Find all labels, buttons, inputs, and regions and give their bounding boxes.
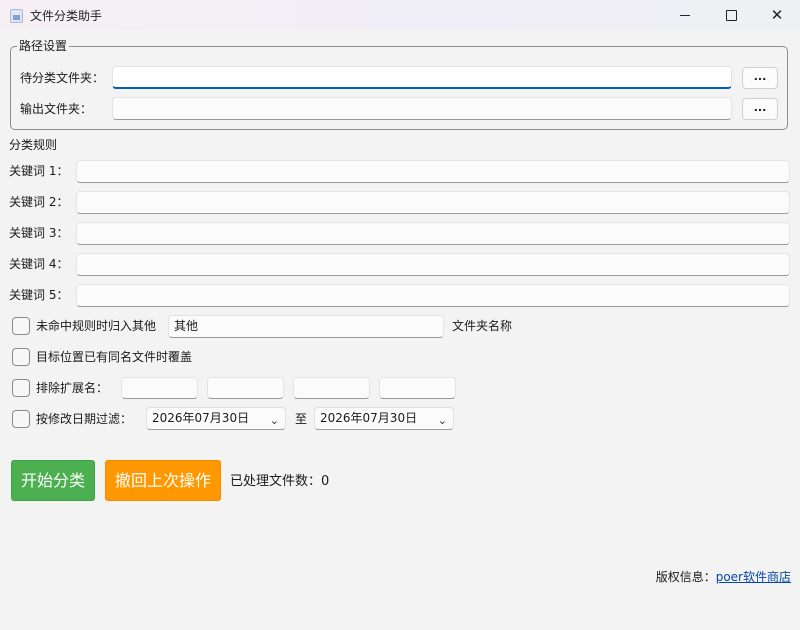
keyword-label: 关键词 1： [9,164,69,178]
keyword-input-3[interactable] [76,222,790,245]
date-filter-checkbox[interactable] [12,410,30,428]
processed-count-label: 已处理文件数： [230,474,322,489]
exclude-extension-input-2[interactable] [207,377,284,399]
unmatched-label: 未命中规则时归入其他 [36,319,157,333]
unmatched-checkbox[interactable] [12,317,30,335]
other-folder-name-input[interactable]: 其他 [168,315,444,338]
keyword-label: 关键词 2： [9,195,69,209]
path-settings-title: 路径设置 [17,39,70,53]
window-title: 文件分类助手 [30,9,103,23]
folder-name-label: 文件夹名称 [452,319,513,333]
overwrite-label: 目标位置已有同名文件时覆盖 [36,350,193,364]
chevron-down-icon: ⌄ [437,414,447,427]
date-range-separator: 至 [295,412,308,426]
close-button[interactable]: ✕ [754,0,800,30]
copyright-footer: 版权信息：poer软件商店 [656,570,791,584]
rules-section-title: 分类规则 [9,138,58,152]
exclude-extension-input-4[interactable] [379,377,456,399]
keyword-input-5[interactable] [76,284,790,307]
title-bar: 文件分类助手 ✕ [0,0,800,30]
start-classify-button[interactable]: 开始分类 [11,460,95,501]
output-browse-button[interactable]: ... [742,98,778,120]
keyword-label: 关键词 4： [9,257,69,271]
source-folder-label: 待分类文件夹： [20,71,105,85]
copyright-label: 版权信息： [655,570,716,584]
processed-count-row: 已处理文件数：0 [230,474,329,490]
output-folder-label: 输出文件夹： [20,102,93,116]
close-icon: ✕ [770,5,784,24]
maximize-icon [725,9,737,21]
minimize-button[interactable] [662,0,708,30]
end-date-value: 2026年07月30日 [320,411,418,425]
keyword-input-2[interactable] [76,191,790,214]
exclude-extension-label: 排除扩展名： [36,381,109,395]
exclude-extension-input-3[interactable] [293,377,370,399]
store-link[interactable]: poer软件商店 [716,570,791,584]
processed-count-value: 0 [321,474,330,489]
maximize-button[interactable] [708,0,754,30]
output-folder-input[interactable] [112,97,732,120]
end-date-picker[interactable]: 2026年07月30日 ⌄ [314,407,454,430]
date-filter-label: 按修改日期过滤： [36,412,133,426]
overwrite-checkbox[interactable] [12,348,30,366]
source-browse-button[interactable]: ... [742,67,778,89]
keyword-input-1[interactable] [76,160,790,183]
undo-last-button[interactable]: 撤回上次操作 [105,460,221,501]
minimize-icon [680,14,690,16]
keyword-label: 关键词 5： [9,288,69,302]
keyword-label: 关键词 3： [9,226,69,240]
exclude-extension-checkbox[interactable] [12,379,30,397]
keyword-input-4[interactable] [76,253,790,276]
chevron-down-icon: ⌄ [269,414,279,427]
app-icon [10,9,23,23]
start-date-value: 2026年07月30日 [152,411,250,425]
exclude-extension-input-1[interactable] [121,377,198,399]
start-date-picker[interactable]: 2026年07月30日 ⌄ [146,407,286,430]
source-folder-input[interactable] [112,66,732,89]
